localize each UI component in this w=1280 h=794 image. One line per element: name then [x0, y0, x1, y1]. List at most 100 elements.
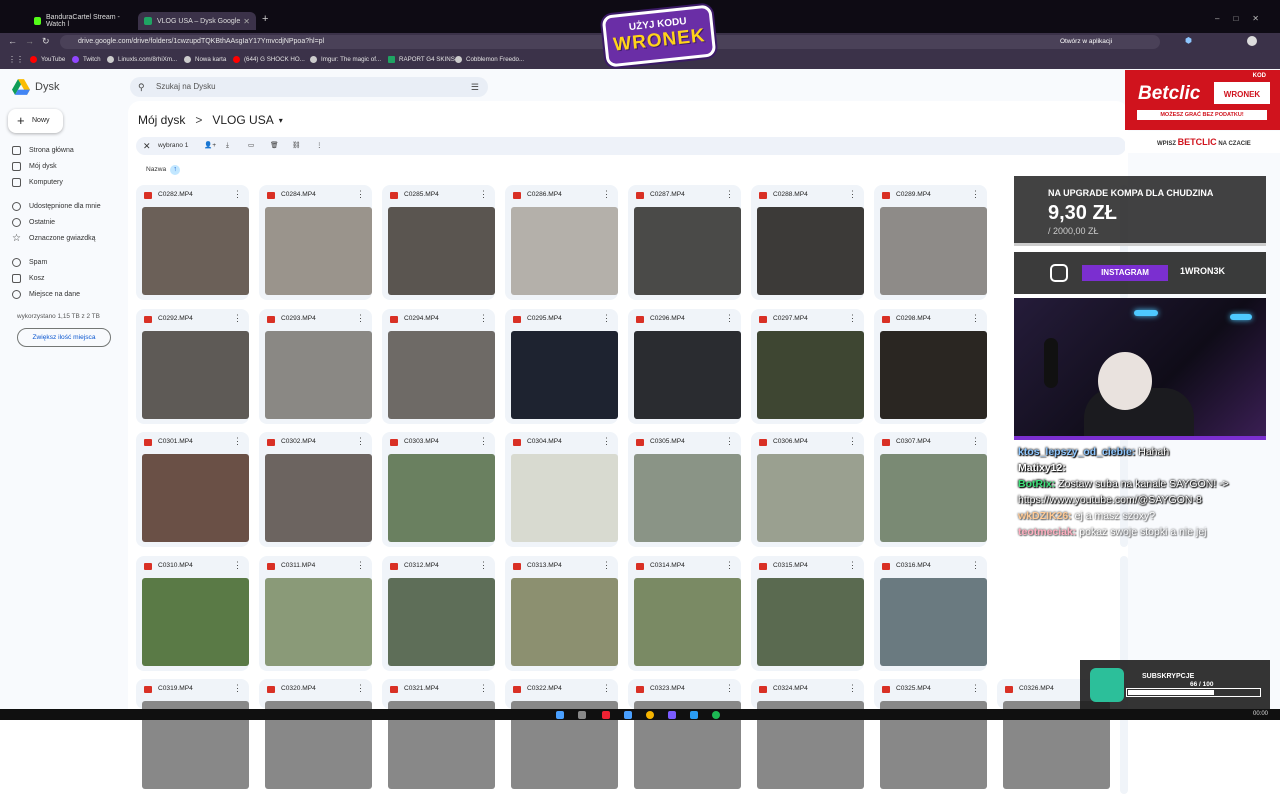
file-card[interactable]: C0284.MP4 ⋮ [259, 185, 372, 300]
file-card[interactable]: C0287.MP4 ⋮ [628, 185, 741, 300]
file-card[interactable]: C0282.MP4 ⋮ [136, 185, 249, 300]
more-options-icon[interactable]: ⋮ [971, 189, 980, 200]
reload-icon[interactable]: ↻ [42, 36, 50, 47]
file-thumbnail[interactable] [634, 578, 741, 666]
more-options-icon[interactable]: ⋮ [848, 436, 857, 447]
more-options-icon[interactable]: ⋮ [602, 683, 611, 694]
file-thumbnail[interactable] [142, 331, 249, 419]
download-icon[interactable]: ⤓ [226, 137, 229, 155]
more-options-icon[interactable]: ⋮ [356, 683, 365, 694]
more-options-icon[interactable]: ⋮ [725, 683, 734, 694]
file-card[interactable]: C0321.MP4 ⋮ [382, 679, 495, 789]
bookmark-imgur[interactable]: Imgur: The magic of... [310, 56, 381, 63]
file-thumbnail[interactable] [388, 454, 495, 542]
move-icon[interactable]: ▭ [248, 137, 254, 155]
get-more-storage-button[interactable]: Zwiększ ilość miejsca [17, 328, 111, 347]
file-card[interactable]: C0303.MP4 ⋮ [382, 432, 495, 547]
file-card[interactable]: C0295.MP4 ⋮ [505, 309, 618, 424]
file-thumbnail[interactable] [880, 331, 987, 419]
file-thumbnail[interactable] [265, 454, 372, 542]
tab-vlog-usa[interactable]: VLOG USA – Dysk Google ✕ [138, 12, 256, 30]
more-options-icon[interactable]: ⋮ [848, 313, 857, 324]
bookmark-linuxls[interactable]: Linuxls.com/8rhiXm... [107, 56, 177, 63]
more-options-icon[interactable]: ⋮ [602, 313, 611, 324]
more-options-icon[interactable]: ⋮ [725, 313, 734, 324]
more-options-icon[interactable]: ⋮ [233, 560, 242, 571]
file-card[interactable]: C0296.MP4 ⋮ [628, 309, 741, 424]
nav-item-starred[interactable]: ☆ Oznaczone gwiazdką [12, 234, 96, 244]
file-card[interactable]: C0288.MP4 ⋮ [751, 185, 864, 300]
app-icon[interactable] [690, 711, 698, 719]
clear-selection-icon[interactable]: ✕ [143, 137, 151, 155]
link-icon[interactable]: ⛓ [292, 137, 300, 155]
more-options-icon[interactable]: ⋮ [233, 683, 242, 694]
more-options-icon[interactable]: ⋮ [479, 560, 488, 571]
more-options-icon[interactable]: ⋮ [848, 683, 857, 694]
nav-item-recent[interactable]: Ostatnie [12, 218, 55, 227]
more-options-icon[interactable]: ⋮ [479, 313, 488, 324]
nav-item-trash[interactable]: Kosz [12, 274, 45, 283]
file-card[interactable]: C0293.MP4 ⋮ [259, 309, 372, 424]
more-options-icon[interactable]: ⋮ [356, 560, 365, 571]
bookmark-gshock[interactable]: (644) G SHOCK HO... [233, 56, 305, 63]
app-icon[interactable] [624, 711, 632, 719]
more-options-icon[interactable]: ⋮ [233, 313, 242, 324]
more-options-icon[interactable]: ⋮ [233, 436, 242, 447]
file-thumbnail[interactable] [142, 454, 249, 542]
more-options-icon[interactable]: ⋮ [971, 560, 980, 571]
more-actions-icon[interactable]: ⋮ [316, 137, 323, 155]
file-card[interactable]: C0323.MP4 ⋮ [628, 679, 741, 789]
file-thumbnail[interactable] [511, 207, 618, 295]
file-card[interactable]: C0286.MP4 ⋮ [505, 185, 618, 300]
file-card[interactable]: C0310.MP4 ⋮ [136, 556, 249, 671]
file-card[interactable]: C0325.MP4 ⋮ [874, 679, 987, 789]
file-card[interactable]: C0313.MP4 ⋮ [505, 556, 618, 671]
apps-icon[interactable]: ⋮⋮ [8, 55, 24, 64]
file-card[interactable]: C0294.MP4 ⋮ [382, 309, 495, 424]
file-thumbnail[interactable] [511, 454, 618, 542]
more-options-icon[interactable]: ⋮ [848, 189, 857, 200]
file-card[interactable]: C0312.MP4 ⋮ [382, 556, 495, 671]
bookmark-youtube[interactable]: YouTube [30, 56, 65, 63]
caret-down-icon[interactable]: ▾ [279, 116, 283, 125]
nav-item-spam[interactable]: Spam [12, 258, 47, 267]
search-taskbar-icon[interactable] [578, 711, 586, 719]
file-thumbnail[interactable] [388, 207, 495, 295]
nav-item-shared[interactable]: Udostępnione dla mnie [12, 202, 101, 211]
bookmark-new-tab[interactable]: Nowa karta [184, 56, 226, 63]
file-thumbnail[interactable] [265, 578, 372, 666]
more-options-icon[interactable]: ⋮ [233, 189, 242, 200]
file-thumbnail[interactable] [757, 331, 864, 419]
tab-bandura-stream[interactable]: BanduraCartel Stream - Watch l [28, 12, 132, 30]
share-icon[interactable]: 👤+ [204, 137, 216, 155]
file-card[interactable]: C0304.MP4 ⋮ [505, 432, 618, 547]
file-thumbnail[interactable] [142, 207, 249, 295]
more-options-icon[interactable]: ⋮ [848, 560, 857, 571]
chrome-icon[interactable] [646, 711, 654, 719]
file-card[interactable]: C0307.MP4 ⋮ [874, 432, 987, 547]
breadcrumb-root[interactable]: Mój dysk [138, 113, 185, 127]
file-thumbnail[interactable] [265, 331, 372, 419]
file-card[interactable]: C0316.MP4 ⋮ [874, 556, 987, 671]
more-options-icon[interactable]: ⋮ [971, 683, 980, 694]
sort-header[interactable]: Nazwa ↑ [146, 165, 181, 175]
file-card[interactable]: C0324.MP4 ⋮ [751, 679, 864, 789]
bookmark-twitch[interactable]: Twitch [72, 56, 101, 63]
nav-item-home[interactable]: Strona główna [12, 146, 74, 155]
file-card[interactable]: C0292.MP4 ⋮ [136, 309, 249, 424]
nav-item-storage[interactable]: Miejsce na dane [12, 290, 80, 299]
file-card[interactable] [1120, 556, 1128, 671]
bookmark-cobblemon[interactable]: Cobblemon Freedo... [455, 56, 524, 63]
nav-item-my-drive[interactable]: Mój dysk [12, 162, 57, 171]
file-thumbnail[interactable] [265, 207, 372, 295]
more-options-icon[interactable]: ⋮ [479, 436, 488, 447]
drive-logo[interactable]: Dysk [12, 79, 59, 95]
breadcrumb-current[interactable]: VLOG USA [212, 113, 273, 127]
more-options-icon[interactable]: ⋮ [479, 683, 488, 694]
app-icon[interactable] [668, 711, 676, 719]
file-thumbnail[interactable] [634, 207, 741, 295]
file-card[interactable]: C0306.MP4 ⋮ [751, 432, 864, 547]
file-card[interactable]: C0305.MP4 ⋮ [628, 432, 741, 547]
window-controls[interactable]: –□✕ [1215, 14, 1273, 23]
more-options-icon[interactable]: ⋮ [356, 189, 365, 200]
